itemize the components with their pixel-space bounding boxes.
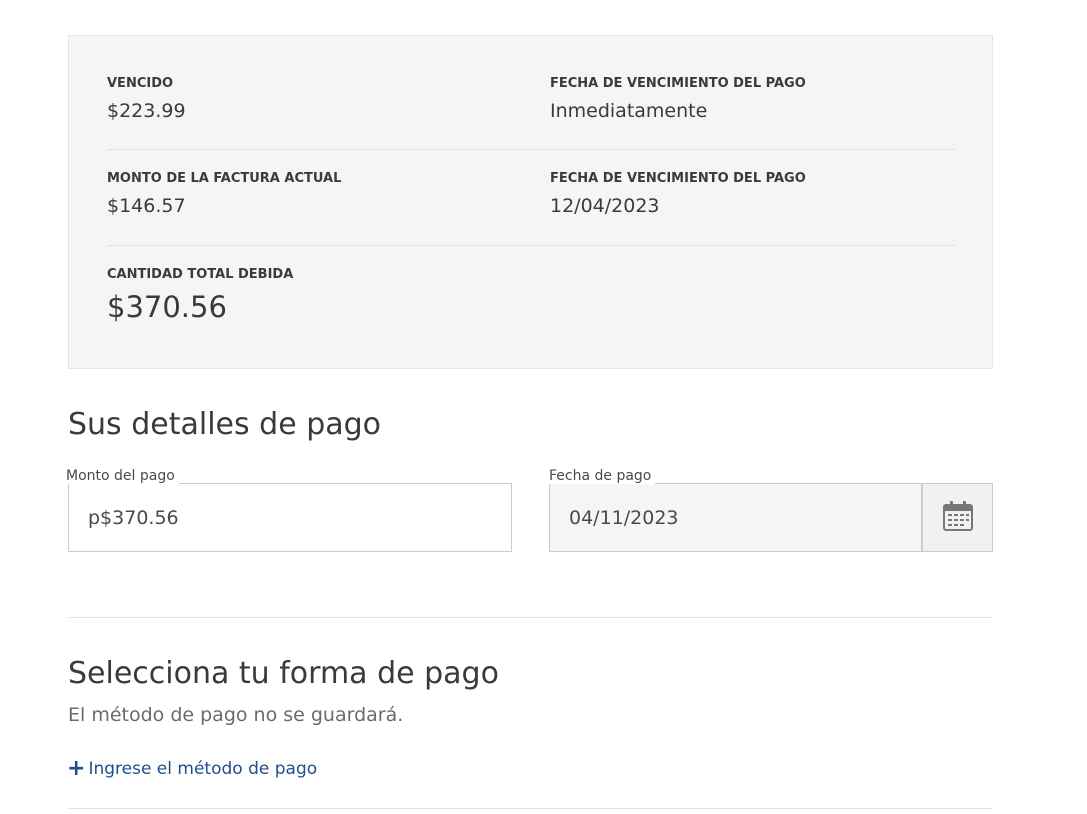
plus-icon: + [67, 756, 86, 781]
add-payment-method-link[interactable]: + Ingrese el método de pago [67, 758, 317, 780]
current-bill-date-label: FECHA DE VENCIMIENTO DEL PAGO [550, 171, 806, 186]
payment-details-title: Sus detalles de pago [68, 407, 382, 442]
add-payment-method-label: Ingrese el método de pago [88, 759, 318, 779]
payment-date-input[interactable] [549, 483, 922, 552]
date-field-label: Fecha de pago [549, 468, 656, 484]
past-due-value: $223.99 [107, 100, 186, 122]
calendar-icon [942, 500, 974, 536]
balance-summary-panel: VENCIDO $223.99 FECHA DE VENCIMIENTO DEL… [68, 35, 993, 369]
payment-amount-input[interactable] [68, 483, 512, 552]
past-due-row: VENCIDO $223.99 FECHA DE VENCIMIENTO DEL… [107, 76, 955, 150]
total-due-value: $370.56 [107, 290, 227, 324]
bottom-divider [68, 808, 993, 809]
past-due-cell: VENCIDO $223.99 [107, 76, 186, 122]
current-bill-value: $146.57 [107, 195, 186, 217]
past-due-label: VENCIDO [107, 76, 174, 91]
total-due-row: CANTIDAD TOTAL DEBIDA $370.56 [107, 267, 955, 337]
payment-method-title: Selecciona tu forma de pago [68, 656, 499, 691]
section-divider [68, 617, 993, 618]
past-due-date-label: FECHA DE VENCIMIENTO DEL PAGO [550, 76, 806, 91]
past-due-date-cell: FECHA DE VENCIMIENTO DEL PAGO Inmediatam… [550, 76, 806, 122]
current-bill-date-value: 12/04/2023 [550, 195, 660, 217]
past-due-date-value: Inmediatamente [550, 100, 708, 122]
current-bill-row: MONTO DE LA FACTURA ACTUAL $146.57 FECHA… [107, 171, 955, 246]
current-bill-date-cell: FECHA DE VENCIMIENTO DEL PAGO 12/04/2023 [550, 171, 806, 217]
total-due-cell: CANTIDAD TOTAL DEBIDA $370.56 [107, 267, 293, 324]
payment-method-note: El método de pago no se guardará. [68, 704, 404, 726]
current-bill-cell: MONTO DE LA FACTURA ACTUAL $146.57 [107, 171, 341, 217]
calendar-button[interactable] [922, 483, 993, 552]
current-bill-label: MONTO DE LA FACTURA ACTUAL [107, 171, 342, 186]
amount-field-label: Monto del pago [66, 468, 179, 484]
total-due-label: CANTIDAD TOTAL DEBIDA [107, 267, 294, 282]
